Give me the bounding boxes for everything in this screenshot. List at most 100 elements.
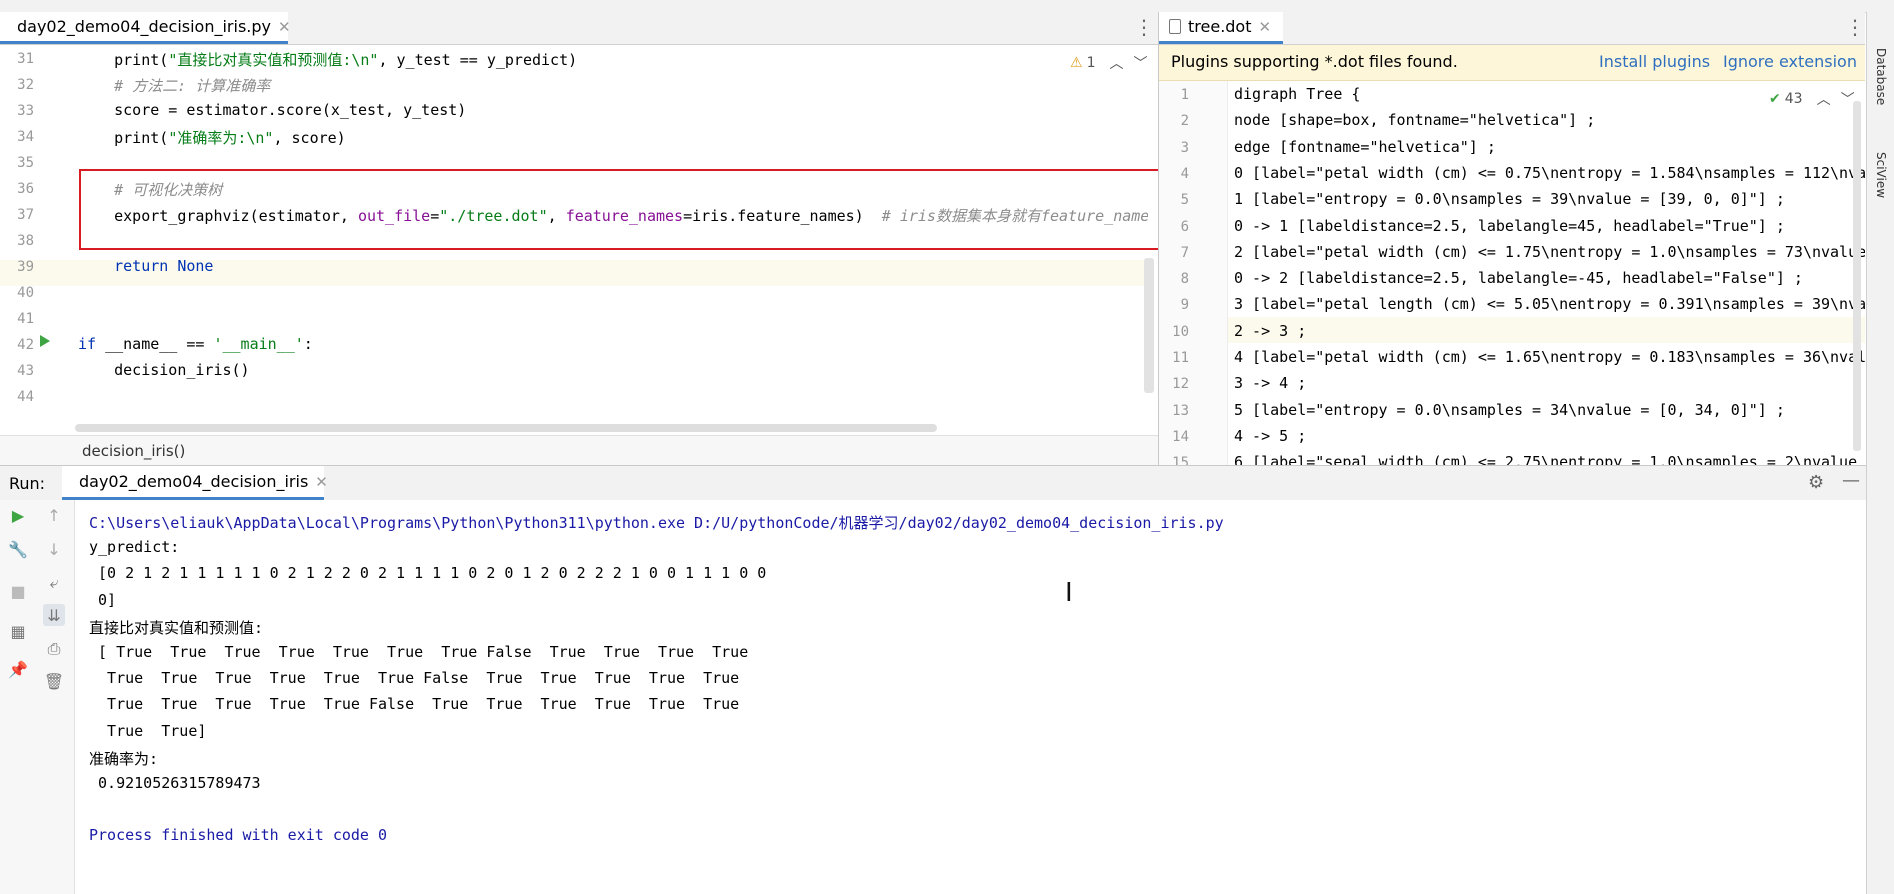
check-count: 43 <box>1784 91 1803 107</box>
minimize-icon[interactable]: — <box>1842 470 1860 491</box>
inspection-widget[interactable]: ⚠ 1 ︿ ﹀ <box>1070 53 1147 73</box>
install-plugins-link[interactable]: Install plugins <box>1599 52 1710 71</box>
line-number: 44 <box>17 389 34 405</box>
line-number: 38 <box>17 233 34 249</box>
console-line: C:\Users\eliauk\AppData\Local\Programs\P… <box>89 514 1224 532</box>
dot-code-line: 1 [label="entropy = 0.0\nsamples = 39\nv… <box>1234 190 1785 209</box>
close-tab-icon[interactable]: ✕ <box>278 18 291 36</box>
line-number: 34 <box>17 129 34 145</box>
console-line: True True True True True False True True… <box>89 695 740 714</box>
stop-icon[interactable]: ■ <box>7 580 29 602</box>
line-number: 9 <box>1180 297 1189 314</box>
line-number: 42 <box>17 337 34 353</box>
console-line: 0.9210526315789473 <box>89 774 261 792</box>
sciview-tool-tab[interactable]: SciView <box>1874 152 1888 198</box>
line-number: 15 <box>1172 455 1189 465</box>
line-number: 32 <box>17 77 34 93</box>
gear-icon[interactable]: ⚙ <box>1808 472 1824 493</box>
tab-decision-iris-py[interactable]: day02_demo04_decision_iris.py ✕ <box>0 12 291 44</box>
line-number: 8 <box>1180 271 1189 288</box>
layout-icon[interactable]: ▦ <box>7 620 29 642</box>
console-line: y_predict: <box>89 538 180 557</box>
more-options-icon[interactable]: ⋮ <box>1134 17 1154 37</box>
warning-icon: ⚠ <box>1070 55 1083 71</box>
tab-tree-dot[interactable]: tree.dot ✕ <box>1159 12 1283 44</box>
line-number: 40 <box>17 285 34 301</box>
dot-file-icon <box>1169 19 1181 34</box>
line-number: 12 <box>1172 376 1189 393</box>
pin-icon[interactable]: 📌 <box>7 658 29 680</box>
vertical-scrollbar[interactable] <box>1853 101 1861 451</box>
dot-code-line: 0 [label="petal width (cm) <= 0.75\nentr… <box>1234 163 1865 182</box>
console-output[interactable]: C:\Users\eliauk\AppData\Local\Programs\P… <box>75 500 1866 894</box>
tab-label: tree.dot <box>1188 17 1252 36</box>
dot-code-line: edge [fontname="helvetica"] ; <box>1234 137 1496 156</box>
console-line: 准确率为: <box>89 749 159 768</box>
tab-label: day02_demo04_decision_iris.py <box>17 17 271 36</box>
line-number: 6 <box>1180 218 1189 235</box>
chevron-up-icon[interactable]: ︿ <box>1109 53 1123 73</box>
console-line: True True] <box>89 721 207 740</box>
line-number: 37 <box>17 207 34 223</box>
check-icon: ✔ <box>1769 91 1781 107</box>
run-toolbar: ▶ 🔧 ■ ▦ 📌 ↑ ↓ ⤶ ⇊ ⎙ 🗑 <box>0 500 75 894</box>
console-line: Process finished with exit code 0 <box>89 826 388 845</box>
arrow-up-icon[interactable]: ↑ <box>43 504 65 526</box>
code-line: print("直接比对真实值和预测值:\n", y_test == y_pred… <box>78 51 578 69</box>
console-line: True True True True True True False True… <box>89 669 740 688</box>
line-number: 7 <box>1180 244 1189 261</box>
breadcrumb: decision_iris() <box>0 435 1158 466</box>
vertical-scrollbar[interactable] <box>1144 258 1154 393</box>
run-gutter-icon[interactable] <box>40 335 50 347</box>
code-line: print("准确率为:\n", score) <box>78 129 346 147</box>
horizontal-scrollbar[interactable] <box>75 424 937 432</box>
dot-code-line: 4 [label="petal width (cm) <= 1.65\nentr… <box>1234 348 1865 366</box>
dot-code-line: node [shape=box, fontname="helvetica"] ; <box>1234 111 1596 130</box>
annotation-red-box <box>79 169 1173 250</box>
code-line: score = estimator.score(x_test, y_test) <box>78 101 467 119</box>
print-icon[interactable]: ⎙ <box>43 638 65 660</box>
trash-icon[interactable]: 🗑 <box>43 670 65 692</box>
soft-wrap-icon[interactable]: ⤶ <box>43 572 65 594</box>
chevron-down-icon[interactable]: ﹀ <box>1133 53 1147 73</box>
line-number: 39 <box>17 259 34 275</box>
scroll-to-end-icon[interactable]: ⇊ <box>43 604 65 626</box>
dot-code-line: 6 [label="sepal width (cm) <= 2.75\nentr… <box>1234 453 1865 465</box>
right-editor-tabbar: tree.dot ✕ ⋮ <box>1159 12 1865 45</box>
dot-code-line: 3 -> 4 ; <box>1234 374 1307 393</box>
line-number: 11 <box>1172 350 1189 366</box>
dot-code-line: 4 -> 5 ; <box>1234 426 1307 445</box>
chevron-up-icon[interactable]: ︿ <box>1817 89 1831 109</box>
run-tab[interactable]: day02_demo04_decision_iris ✕ <box>62 466 328 500</box>
breadcrumb-item[interactable]: decision_iris() <box>82 442 185 460</box>
code-line: # 方法二: 计算准确率 <box>114 77 271 95</box>
wrench-icon[interactable]: 🔧 <box>7 538 29 560</box>
dot-code-line: 0 -> 1 [labeldistance=2.5, labelangle=45… <box>1234 216 1785 235</box>
console-line: [0 2 1 2 1 1 1 1 1 0 2 1 2 2 0 2 1 1 1 1… <box>89 564 767 583</box>
close-tab-icon[interactable]: ✕ <box>1259 18 1272 36</box>
arrow-down-icon[interactable]: ↓ <box>43 538 65 560</box>
line-number: 35 <box>17 155 34 171</box>
dot-code-line: 5 [label="entropy = 0.0\nsamples = 34\nv… <box>1234 400 1785 419</box>
banner-text: Plugins supporting *.dot files found. <box>1171 52 1458 71</box>
line-number: 43 <box>17 363 34 379</box>
dot-code-line: 2 -> 3 ; <box>1234 321 1307 340</box>
line-number: 33 <box>17 103 34 119</box>
rerun-icon[interactable]: ▶ <box>7 504 29 526</box>
run-tab-label: day02_demo04_decision_iris <box>79 472 309 491</box>
more-options-icon[interactable]: ⋮ <box>1845 17 1865 37</box>
database-tool-tab[interactable]: Database <box>1874 48 1888 105</box>
right-tool-sidebar: Database SciView <box>1866 12 1894 894</box>
line-number: 31 <box>17 51 34 67</box>
dot-code-line: 0 -> 2 [labeldistance=2.5, labelangle=-4… <box>1234 269 1803 288</box>
line-number: 14 <box>1172 428 1189 445</box>
code-line: if __name__ == '__main__': <box>78 335 313 353</box>
inspection-widget[interactable]: ✔ 43 ︿ ﹀ <box>1769 89 1855 109</box>
console-line: 直接比对真实值和预测值: <box>89 618 264 637</box>
left-editor-tabbar: day02_demo04_decision_iris.py ✕ ⋮ <box>0 12 1158 45</box>
close-tab-icon[interactable]: ✕ <box>315 473 328 491</box>
ignore-extension-link[interactable]: Ignore extension <box>1723 52 1857 71</box>
right-code-editor[interactable]: 1 digraph Tree {2 node [shape=box, fontnam… <box>1159 81 1865 465</box>
dot-code-line: digraph Tree { <box>1234 85 1361 103</box>
line-number: 2 <box>1180 113 1189 130</box>
